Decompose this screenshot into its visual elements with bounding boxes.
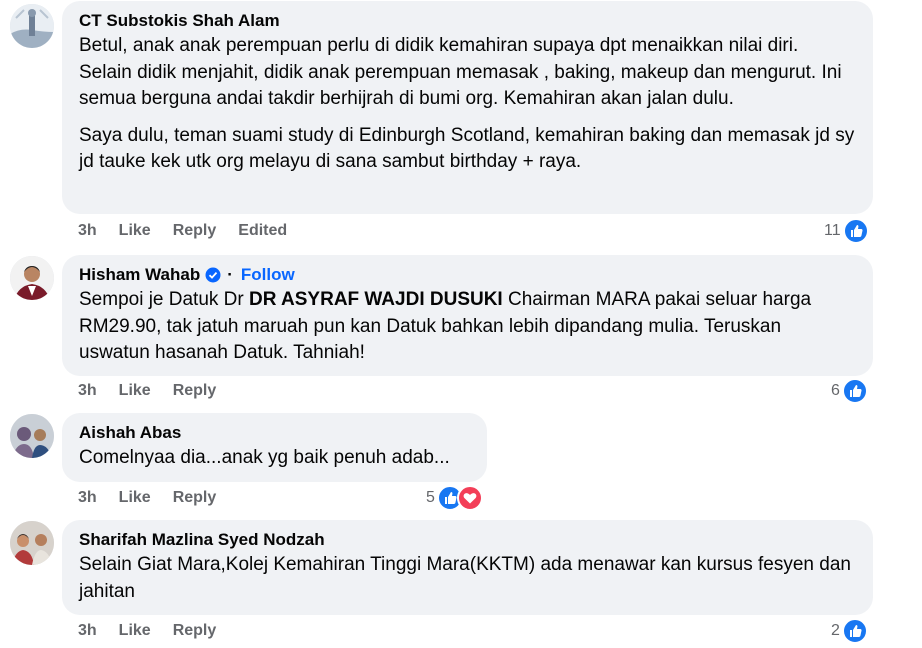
comment-bubble: Sharifah Mazlina Syed Nodzah Selain Giat… [62, 520, 873, 615]
comment-paragraph: Betul, anak anak perempuan perlu di didi… [79, 35, 842, 109]
comment-text: Comelnyaa dia...anak yg baik penuh adab.… [79, 447, 450, 468]
verified-badge-icon [205, 267, 221, 283]
thumbs-up-icon [842, 218, 869, 244]
reaction-count: 6 [831, 382, 840, 399]
comment-time[interactable]: 3h [78, 622, 97, 640]
reply-button[interactable]: Reply [173, 382, 217, 400]
avatar[interactable] [10, 414, 54, 458]
like-button[interactable]: Like [119, 489, 151, 507]
reaction-summary[interactable]: 11 [824, 218, 869, 244]
comment-actions: 3h Like Reply [78, 489, 238, 507]
heart-icon [456, 485, 483, 511]
separator: · [227, 265, 233, 284]
comment-author[interactable]: Sharifah Mazlina Syed Nodzah [79, 530, 856, 550]
like-button[interactable]: Like [119, 222, 151, 240]
reaction-summary[interactable]: 2 [831, 618, 868, 644]
comment-author[interactable]: Hisham Wahab [79, 265, 200, 285]
reaction-count: 2 [831, 622, 840, 639]
comment-author-row: Hisham Wahab · Follow [79, 265, 856, 285]
reply-button[interactable]: Reply [173, 222, 217, 240]
comment-bubble: CT Substokis Shah Alam Betul, anak anak … [62, 1, 873, 214]
comment-text: Sempoi je Datuk Dr DR ASYRAF WAJDI DUSUK… [79, 287, 856, 367]
comment-text: Betul, anak anak perempuan perlu di didi… [79, 33, 856, 176]
follow-button[interactable]: Follow [241, 265, 295, 285]
avatar[interactable] [10, 4, 54, 48]
comment-time[interactable]: 3h [78, 222, 97, 240]
comment-time[interactable]: 3h [78, 489, 97, 507]
comment-actions: 3h Like Reply Edited [78, 222, 309, 240]
comment-time[interactable]: 3h [78, 382, 97, 400]
mentioned-name[interactable]: DR ASYRAF WAJDI DUSUKI [249, 289, 503, 310]
thumbs-up-icon [841, 378, 868, 404]
comment-bubble: Aishah Abas Comelnyaa dia...anak yg baik… [62, 413, 487, 482]
reaction-summary[interactable]: 6 [831, 378, 868, 404]
comment-author[interactable]: Aishah Abas [79, 423, 470, 443]
comment-author[interactable]: CT Substokis Shah Alam [79, 11, 856, 31]
reply-button[interactable]: Reply [173, 622, 217, 640]
edited-label[interactable]: Edited [238, 222, 287, 240]
reaction-count: 11 [824, 222, 841, 239]
like-button[interactable]: Like [119, 382, 151, 400]
reaction-count: 5 [426, 489, 435, 506]
comment-actions: 3h Like Reply [78, 622, 238, 640]
comment-text-part: Sempoi je Datuk Dr [79, 289, 250, 310]
thumbs-up-icon [841, 618, 868, 644]
reaction-summary[interactable]: 5 [426, 485, 483, 511]
reply-button[interactable]: Reply [173, 489, 217, 507]
comment-bubble: Hisham Wahab · Follow Sempoi je Datuk Dr… [62, 255, 873, 376]
comment-text: Selain Giat Mara,Kolej Kemahiran Tinggi … [79, 554, 851, 602]
avatar[interactable] [10, 256, 54, 300]
comment-actions: 3h Like Reply [78, 382, 238, 400]
like-button[interactable]: Like [119, 622, 151, 640]
avatar[interactable] [10, 521, 54, 565]
comment-paragraph: Saya dulu, teman suami study di Edinburg… [79, 124, 855, 173]
